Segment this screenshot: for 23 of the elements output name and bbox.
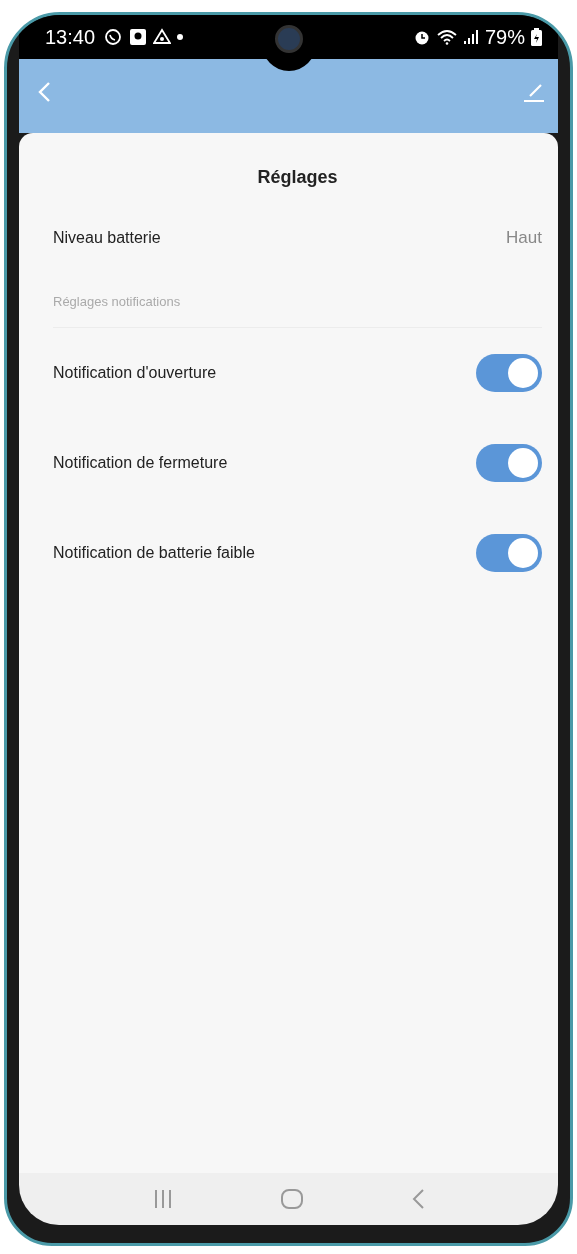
setting-label: Notification de fermeture — [53, 454, 228, 472]
signal-icon — [462, 29, 479, 45]
battery-percent: 79% — [484, 25, 525, 49]
drive-icon — [153, 28, 172, 46]
dot-icon — [177, 34, 184, 40]
battery-icon — [531, 28, 542, 46]
status-time: 13:40 — [45, 25, 96, 49]
toggle-switch[interactable] — [476, 534, 542, 572]
setting-label: Niveau batterie — [53, 229, 161, 247]
section-header: Réglages notifications — [53, 288, 542, 328]
setting-value: Haut — [506, 228, 542, 248]
recent-apps-icon[interactable] — [152, 1188, 173, 1210]
back-icon[interactable] — [37, 81, 51, 103]
wifi-icon — [436, 29, 457, 45]
setting-label: Notification de batterie faible — [53, 544, 255, 562]
chat-icon — [103, 27, 124, 47]
toggle-switch[interactable] — [476, 354, 542, 392]
page-title: Réglages — [256, 166, 339, 188]
toggle-switch[interactable] — [476, 444, 542, 482]
back-icon[interactable] — [410, 1188, 425, 1210]
setting-label: Notification d'ouverture — [53, 364, 217, 382]
home-icon[interactable] — [279, 1188, 304, 1210]
edit-icon[interactable] — [522, 81, 544, 103]
